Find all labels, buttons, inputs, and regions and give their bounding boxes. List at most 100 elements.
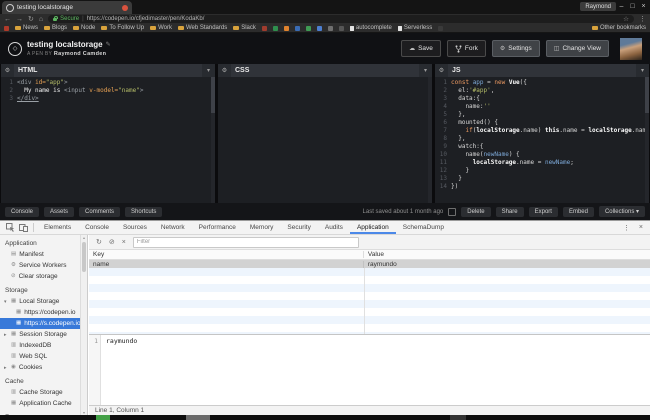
pen-action-button[interactable]: Collections ▾ (598, 206, 645, 217)
sidebar-item[interactable]: ▦ Application Cache (0, 398, 87, 409)
console-bar-button[interactable]: Comments (79, 206, 121, 217)
gear-icon[interactable]: ⚙ (218, 64, 231, 77)
taskbar-item[interactable] (186, 415, 210, 420)
key-column-header[interactable]: Key (89, 251, 364, 258)
codepen-logo-icon[interactable]: ◇ (8, 41, 22, 56)
sidebar-item[interactable]: ▥ Web SQL (0, 351, 87, 362)
delete-selected-icon[interactable]: × (122, 239, 126, 246)
address-bar[interactable]: Secure | https://codepen.io/cfjedimaster… (48, 15, 634, 23)
sidebar-item[interactable]: ▸ ▦ Session Storage (0, 329, 87, 340)
expand-arrow-icon[interactable]: ▾ (4, 299, 7, 305)
forward-icon[interactable]: → (16, 16, 23, 23)
devtools-tab-performance[interactable]: Performance (192, 221, 243, 234)
user-avatar[interactable] (620, 37, 642, 60)
taskbar-item[interactable] (96, 415, 110, 420)
storage-table-empty-rows[interactable] (89, 268, 650, 334)
bookmark-item[interactable]: Work (150, 25, 172, 31)
bookmark-item[interactable]: Slack (233, 25, 256, 31)
devtools-close-icon[interactable]: × (639, 224, 643, 231)
bookmark-item[interactable]: Node (73, 25, 95, 31)
refresh-icon[interactable]: ↻ (96, 238, 102, 246)
browser-tab[interactable]: testing localstorage (2, 1, 132, 14)
bookmark-item[interactable]: autocomplete (349, 25, 392, 31)
browser-menu-icon[interactable]: ⋮ (639, 16, 646, 23)
js-code-editor[interactable]: 1 const app = new Vue({2 el:'#app', 3 data… (435, 77, 649, 203)
collapse-arrow-icon[interactable]: ▸ (4, 332, 7, 338)
restore-button[interactable]: □ (627, 0, 638, 12)
scrollbar[interactable] (211, 77, 215, 203)
change-view-button[interactable]: ◫ Change View (545, 40, 609, 57)
scrollbar[interactable] (428, 77, 432, 203)
other-bookmarks-button[interactable]: Other bookmarks (591, 25, 646, 31)
bookmark-item[interactable]: Serverless (397, 25, 432, 31)
edit-pencil-icon[interactable]: ✎ (106, 41, 111, 48)
filter-input[interactable] (132, 236, 359, 248)
grey-favicon[interactable] (338, 25, 344, 31)
home-icon[interactable]: ⌂ (39, 16, 43, 23)
scrollbar[interactable] (645, 77, 649, 203)
taskbar-item[interactable] (450, 415, 466, 420)
clock-favicon[interactable] (327, 25, 333, 31)
console-bar-button[interactable]: Assets (44, 206, 75, 217)
mail-favicon[interactable] (316, 25, 322, 31)
device-toolbar-icon[interactable] (17, 223, 30, 232)
saved-history-icon[interactable] (448, 207, 457, 216)
minimize-button[interactable]: – (616, 0, 627, 12)
blue-favicon[interactable] (294, 25, 300, 31)
close-button[interactable]: × (638, 0, 649, 12)
red-site-favicon[interactable] (4, 25, 9, 31)
pen-action-button[interactable]: Embed (562, 206, 594, 217)
sidebar-item[interactable]: ▥ IndexedDB (0, 340, 87, 351)
settings-button[interactable]: ⚙ Settings (491, 40, 540, 57)
devtools-tab-schemadump[interactable]: SchemaDump (396, 221, 451, 234)
pen-action-button[interactable]: Export (528, 206, 558, 217)
devtools-tab-sources[interactable]: Sources (116, 221, 154, 234)
pen-action-button[interactable]: Share (495, 206, 524, 217)
devtools-tab-audits[interactable]: Audits (318, 221, 350, 234)
devtools-tab-memory[interactable]: Memory (243, 221, 280, 234)
author-link[interactable]: Raymond Camden (54, 51, 107, 57)
bookmark-item[interactable]: To Follow Up (101, 25, 144, 31)
bookmark-item[interactable]: News (15, 25, 38, 31)
sheets-favicon[interactable] (305, 25, 311, 31)
scroll-up-icon[interactable]: ▴ (81, 235, 87, 240)
sidebar-scrollbar[interactable]: ▴ ▾ (80, 235, 87, 415)
save-button[interactable]: ☁ Save (401, 40, 441, 57)
clear-all-icon[interactable]: ⊘ (109, 238, 115, 246)
back-icon[interactable]: ← (4, 16, 11, 23)
bookmark-item[interactable]: Web Standards (177, 25, 227, 31)
green-favicon[interactable] (272, 25, 278, 31)
dim-favicon[interactable] (438, 25, 444, 31)
devtools-tab-network[interactable]: Network (154, 221, 192, 234)
sidebar-item[interactable]: ⚙ Service Workers (0, 260, 87, 271)
inspect-icon[interactable] (4, 223, 17, 232)
devtools-tab-elements[interactable]: Elements (37, 221, 78, 234)
chevron-down-icon[interactable]: ▾ (636, 64, 649, 77)
sidebar-item[interactable]: ▾ ▦ Local Storage (0, 296, 87, 307)
console-bar-button[interactable]: Shortcuts (125, 206, 163, 217)
sidebar-item[interactable]: ▦ https://s.codepen.io (0, 318, 87, 329)
sidebar-item[interactable]: ▥ Cache Storage (0, 387, 87, 398)
gear-icon[interactable]: ⚙ (435, 64, 448, 77)
collapse-arrow-icon[interactable]: ▸ (4, 365, 7, 371)
console-bar-button[interactable]: Console (5, 206, 40, 217)
bookmark-star-icon[interactable]: ☆ (623, 15, 629, 23)
sidebar-item[interactable]: ▸ ◉ Cookies (0, 362, 87, 373)
sidebar-item[interactable]: ▦ https://codepen.io (0, 307, 87, 318)
css-code-editor[interactable] (218, 77, 432, 203)
fork-button[interactable]: Fork (446, 40, 486, 57)
storage-table-row[interactable]: name raymundo (89, 260, 650, 268)
chevron-down-icon[interactable]: ▾ (202, 64, 215, 77)
reload-icon[interactable]: ↻ (28, 16, 34, 23)
devtools-tab-security[interactable]: Security (280, 221, 317, 234)
html-code-editor[interactable]: 1 <div id="app"> 2 My name is <input v-mod… (1, 77, 215, 203)
browser-profile-button[interactable]: Raymond (580, 2, 616, 11)
sidebar-item[interactable]: ▤ Manifest (0, 249, 87, 260)
devtools-menu-icon[interactable]: ⋮ (623, 224, 630, 232)
bookmark-item[interactable]: Blogs (44, 25, 67, 31)
chevron-down-icon[interactable]: ▾ (419, 64, 432, 77)
devtools-tab-console[interactable]: Console (78, 221, 116, 234)
sidebar-item[interactable]: ⊘ Clear storage (0, 271, 87, 282)
analytics-favicon[interactable] (283, 25, 289, 31)
value-column-header[interactable]: Value (364, 251, 650, 258)
